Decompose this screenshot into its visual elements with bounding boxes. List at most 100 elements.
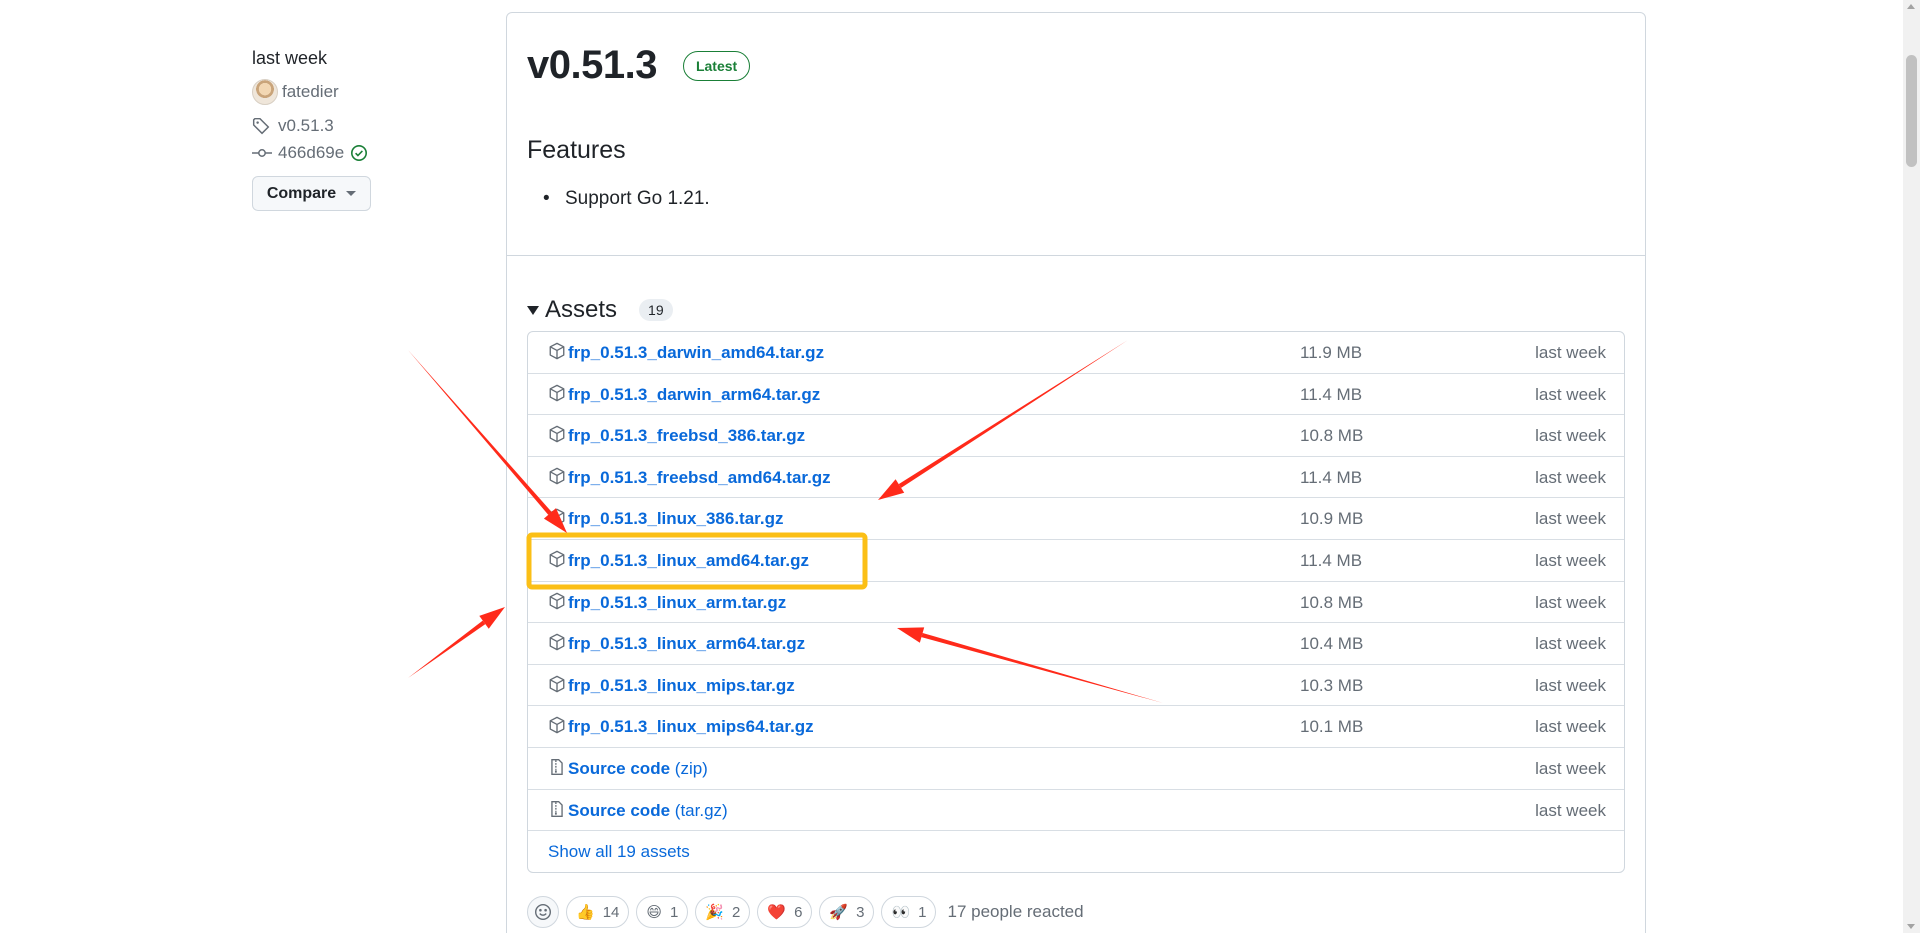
asset-size: 11.4 MB — [1300, 550, 1363, 570]
reaction-count: 2 — [732, 903, 741, 921]
reaction-count: 1 — [918, 903, 927, 921]
red-arrow-head — [479, 607, 505, 629]
author-avatar[interactable] — [252, 79, 278, 105]
asset-size: 10.3 MB — [1300, 675, 1364, 695]
asset-date: last week — [1535, 426, 1606, 446]
asset-size: 10.8 MB — [1300, 592, 1364, 612]
asset-download-link[interactable]: frp_0.51.3_freebsd_amd64.tar.gz — [568, 468, 831, 488]
scrollbar-thumb[interactable] — [1906, 55, 1917, 167]
release-commit[interactable]: 466d69e — [252, 139, 482, 166]
asset-name[interactable]: frp_0.51.3_linux_arm.tar.gz — [568, 593, 786, 612]
assets-toggle[interactable]: Assets 19 — [527, 296, 673, 324]
release-sidebar: last week fatedier v0.51.3 466d69e Compa… — [252, 44, 482, 211]
asset-date: last week — [1535, 550, 1606, 570]
asset-name[interactable]: frp_0.51.3_linux_arm64.tar.gz — [568, 634, 805, 653]
package-icon — [548, 342, 566, 360]
rocket-emoji: 🚀 — [829, 904, 849, 921]
asset-download-link[interactable]: frp_0.51.3_linux_arm64.tar.gz — [568, 634, 805, 654]
asset-download-link[interactable]: frp_0.51.3_freebsd_386.tar.gz — [568, 426, 805, 446]
asset-name[interactable]: Source code — [568, 759, 670, 778]
features-heading: Features — [527, 136, 626, 164]
verified-check-icon[interactable] — [350, 144, 368, 162]
tag-label[interactable]: v0.51.3 — [278, 116, 334, 136]
asset-date: last week — [1535, 675, 1606, 695]
asset-date: last week — [1535, 384, 1606, 404]
eyes-emoji: 👀 — [891, 904, 911, 921]
feature-item: Support Go 1.21. — [543, 188, 710, 210]
page-scrollbar[interactable] — [1903, 0, 1920, 933]
commit-sha[interactable]: 466d69e — [278, 143, 344, 163]
reactions-bar: 👍 14 😄 1 🎉 2 ❤️ 6 🚀 3 👀 1 17 people reacted — [527, 896, 1084, 928]
asset-format[interactable]: (zip) — [675, 759, 708, 778]
show-all-assets-link[interactable]: Show all 19 assets — [528, 831, 1624, 872]
asset-download-link[interactable]: frp_0.51.3_linux_386.tar.gz — [568, 509, 783, 529]
asset-row: frp_0.51.3_linux_amd64.tar.gz 11.4 MB last… — [528, 540, 1624, 582]
asset-download-link[interactable]: frp_0.51.3_linux_mips64.tar.gz — [568, 717, 814, 737]
asset-date: last week — [1535, 509, 1606, 529]
asset-name[interactable]: frp_0.51.3_freebsd_386.tar.gz — [568, 426, 805, 445]
package-icon — [548, 633, 566, 651]
compare-label: Compare — [266, 184, 337, 202]
reaction-count: 6 — [794, 903, 803, 921]
smiley-icon — [534, 903, 552, 921]
author-name[interactable]: fatedier — [282, 82, 339, 102]
assets-heading[interactable]: Assets — [545, 296, 617, 324]
release-title[interactable]: v0.51.3 — [527, 43, 657, 88]
asset-size: 10.8 MB — [1300, 426, 1364, 446]
reaction-laugh-button[interactable]: 😄 1 — [636, 896, 689, 928]
release-author[interactable]: fatedier — [252, 76, 482, 108]
asset-format[interactable]: (tar.gz) — [675, 801, 728, 820]
asset-name[interactable]: Source code — [568, 801, 670, 820]
asset-download-link[interactable]: frp_0.51.3_linux_amd64.tar.gz — [568, 551, 809, 571]
asset-size: 11.4 MB — [1300, 467, 1363, 487]
features-list: Support Go 1.21. — [543, 188, 710, 210]
asset-download-link[interactable]: Source code (zip) — [568, 759, 708, 779]
laugh-emoji: 😄 — [646, 904, 663, 921]
reaction-heart-button[interactable]: ❤️ 6 — [757, 896, 813, 928]
assets-list: frp_0.51.3_darwin_amd64.tar.gz 11.9 MB las… — [527, 331, 1625, 874]
release-tag[interactable]: v0.51.3 — [252, 112, 482, 139]
package-icon — [548, 675, 566, 693]
asset-row: Source code (zip) last week — [528, 748, 1624, 790]
reaction-summary[interactable]: 17 people reacted — [947, 902, 1083, 922]
asset-name[interactable]: frp_0.51.3_linux_mips.tar.gz — [568, 676, 795, 695]
heart-emoji: ❤️ — [767, 904, 787, 921]
file-zip-icon — [548, 800, 566, 818]
asset-date: last week — [1535, 800, 1606, 820]
asset-row: frp_0.51.3_linux_mips.tar.gz 10.3 MB last … — [528, 665, 1624, 707]
asset-name[interactable]: frp_0.51.3_linux_amd64.tar.gz — [568, 551, 809, 570]
asset-row: Source code (tar.gz) last week — [528, 790, 1624, 832]
asset-row: frp_0.51.3_linux_arm64.tar.gz 10.4 MB last… — [528, 623, 1624, 665]
asset-name[interactable]: frp_0.51.3_darwin_amd64.tar.gz — [568, 343, 824, 362]
asset-row: frp_0.51.3_darwin_arm64.tar.gz 11.4 MB las… — [528, 374, 1624, 416]
reaction-eyes-button[interactable]: 👀 1 — [881, 896, 937, 928]
asset-download-link[interactable]: frp_0.51.3_linux_arm.tar.gz — [568, 593, 786, 613]
asset-name[interactable]: frp_0.51.3_linux_386.tar.gz — [568, 509, 783, 528]
asset-download-link[interactable]: frp_0.51.3_darwin_arm64.tar.gz — [568, 385, 820, 405]
triangle-down-icon — [527, 305, 539, 315]
reaction-thumbs-up-button[interactable]: 👍 14 — [566, 896, 630, 928]
scroll-up-arrow-icon[interactable] — [1907, 4, 1915, 9]
thumbs-up-emoji: 👍 — [576, 904, 595, 921]
asset-name[interactable]: frp_0.51.3_linux_mips64.tar.gz — [568, 717, 814, 736]
asset-name[interactable]: frp_0.51.3_freebsd_amd64.tar.gz — [568, 468, 831, 487]
package-icon — [548, 508, 566, 526]
release-date: last week — [252, 48, 328, 68]
asset-date: last week — [1535, 634, 1606, 654]
reaction-hooray-button[interactable]: 🎉 2 — [695, 896, 751, 928]
asset-date: last week — [1535, 343, 1606, 362]
scroll-down-arrow-icon[interactable] — [1907, 924, 1915, 929]
asset-name[interactable]: frp_0.51.3_darwin_arm64.tar.gz — [568, 385, 820, 404]
hooray-emoji: 🎉 — [705, 904, 725, 921]
asset-row: frp_0.51.3_linux_386.tar.gz 10.9 MB last w… — [528, 498, 1624, 540]
compare-button[interactable]: Compare — [252, 176, 371, 211]
asset-download-link[interactable]: frp_0.51.3_darwin_amd64.tar.gz — [568, 343, 824, 363]
asset-download-link[interactable]: frp_0.51.3_linux_mips.tar.gz — [568, 676, 795, 696]
asset-download-link[interactable]: Source code (tar.gz) — [568, 801, 728, 821]
asset-date: last week — [1535, 592, 1606, 612]
reaction-rocket-button[interactable]: 🚀 3 — [819, 896, 875, 928]
add-reaction-button[interactable] — [527, 896, 559, 928]
asset-row: frp_0.51.3_linux_arm.tar.gz 10.8 MB last w… — [528, 582, 1624, 624]
package-icon — [548, 384, 566, 402]
asset-size: 10.1 MB — [1300, 717, 1364, 737]
